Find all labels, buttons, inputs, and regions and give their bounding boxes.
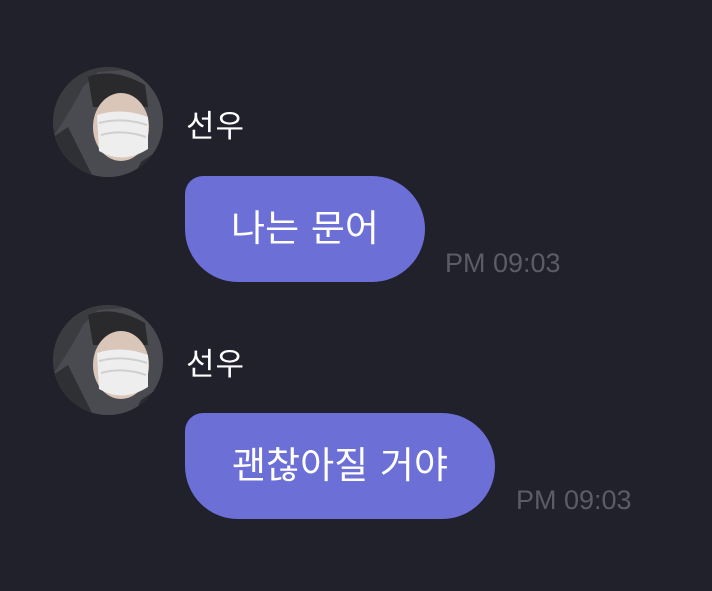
chat-thread: 선우 나는 문어 PM 09:03 선우 괜찮아질 거야 PM 09:03 <box>0 0 712 591</box>
avatar-photo <box>53 67 163 177</box>
sender-name: 선우 <box>186 109 246 145</box>
avatar[interactable] <box>53 67 163 177</box>
avatar-photo <box>53 305 163 415</box>
sender-name: 선우 <box>186 347 246 383</box>
message-timestamp: PM 09:03 <box>516 485 632 515</box>
message-bubble[interactable]: 나는 문어 <box>185 176 425 282</box>
message-bubble[interactable]: 괜찮아질 거야 <box>185 413 495 519</box>
avatar[interactable] <box>53 305 163 415</box>
message-timestamp: PM 09:03 <box>445 248 561 278</box>
